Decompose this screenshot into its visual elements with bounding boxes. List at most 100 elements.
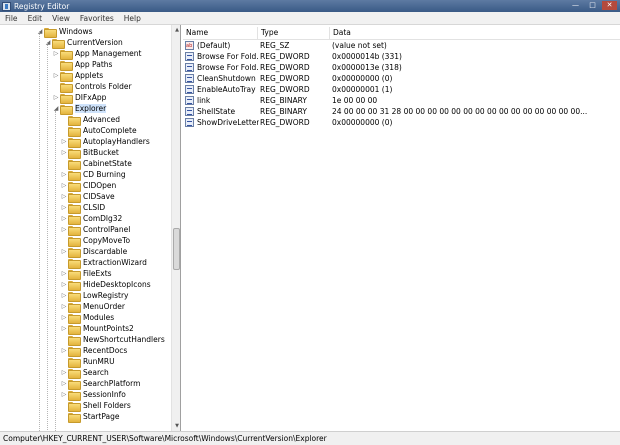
maximize-button[interactable]: □ (585, 1, 600, 10)
tree-item-label: MenuOrder (83, 302, 125, 311)
tree-item[interactable]: ▷ Modules (60, 312, 114, 324)
tree-item[interactable]: ▷ DIFxApp (52, 92, 106, 104)
tree-item[interactable]: ▷ MenuOrder (60, 301, 125, 313)
value-row[interactable]: link REG_BINARY 1e 00 00 00 (183, 95, 620, 106)
tree-item[interactable]: ▷ ControlPanel (60, 224, 130, 236)
column-name[interactable]: Name (183, 27, 258, 40)
tree-item[interactable]: Advanced (60, 114, 121, 126)
tree-item[interactable]: App Paths (52, 59, 112, 71)
value-row[interactable]: ShellState REG_BINARY 24 00 00 00 31 28 00… (183, 106, 620, 117)
key-tree-pane[interactable]: ◢ Windows ◢ CurrentVersion ▷ App Management Ap… (0, 25, 181, 431)
tree-item[interactable]: ▷ AutoplayHandlers (60, 136, 150, 148)
tree-item-label: Applets (75, 71, 104, 80)
menu-help[interactable]: Help (119, 14, 146, 23)
tree-item[interactable]: CopyMoveTo (60, 235, 130, 247)
expand-arrow-icon[interactable]: ▷ (60, 380, 68, 387)
minimize-button[interactable]: — (568, 1, 583, 10)
value-row[interactable]: EnableAutoTray REG_DWORD 0x00000001 (1) (183, 84, 620, 95)
tree-item-label: Explorer (75, 104, 107, 113)
tree-item[interactable]: ▷ App Management (52, 48, 142, 60)
tree-item-label: CLSID (83, 203, 106, 212)
tree-item[interactable]: Shell Folders (60, 400, 131, 412)
tree-item[interactable]: ▷ SearchPlatform (60, 378, 140, 390)
column-data[interactable]: Data (330, 27, 620, 40)
binary-value-icon (185, 74, 194, 83)
tree-item[interactable]: ▷ CLSID (60, 202, 106, 214)
status-bar-path: Computer\HKEY_CURRENT_USER\Software\Micr… (0, 431, 620, 445)
binary-value-icon (185, 52, 194, 61)
scroll-up-arrow-icon[interactable]: ▲ (172, 25, 180, 35)
tree-item[interactable]: ▷ FileExts (60, 268, 112, 280)
expand-arrow-icon[interactable]: ▷ (60, 138, 68, 145)
tree-item-label: RunMRU (83, 357, 115, 366)
tree-item[interactable]: ◢ CurrentVersion (44, 37, 123, 49)
tree-scrollbar[interactable]: ▲ ▼ (171, 25, 180, 431)
expand-arrow-icon[interactable]: ▷ (52, 72, 60, 79)
expand-arrow-icon[interactable]: ▷ (60, 149, 68, 156)
tree-item[interactable]: ▷ HideDesktopIcons (60, 279, 151, 291)
scroll-down-arrow-icon[interactable]: ▼ (172, 421, 180, 431)
expand-arrow-icon[interactable]: ▷ (60, 193, 68, 200)
tree-item[interactable]: ▷ BitBucket (60, 147, 119, 159)
expand-arrow-icon[interactable]: ▷ (60, 281, 68, 288)
tree-item[interactable]: ▷ Discardable (60, 246, 127, 258)
tree-item[interactable]: ◢ Explorer (52, 103, 107, 115)
expand-arrow-icon[interactable]: ▷ (60, 182, 68, 189)
tree-item-label: App Management (75, 49, 142, 58)
tree-item[interactable]: ◢ Windows (36, 26, 92, 38)
tree-item[interactable]: ▷ Search (60, 367, 109, 379)
expand-arrow-icon[interactable]: ▷ (52, 94, 60, 101)
scroll-thumb[interactable] (173, 228, 180, 270)
value-row[interactable]: CleanShutdown REG_DWORD 0x00000000 (0) (183, 73, 620, 84)
value-row[interactable]: ShowDriveLetter...REG_DWORD 0x00000000 (0… (183, 117, 620, 128)
expand-arrow-icon[interactable]: ▷ (60, 204, 68, 211)
tree-item[interactable]: ▷ RecentDocs (60, 345, 127, 357)
tree-item[interactable]: CabinetState (60, 158, 132, 170)
expand-arrow-icon[interactable]: ▷ (60, 215, 68, 222)
expand-arrow-icon[interactable]: ▷ (60, 292, 68, 299)
tree-item-label: Advanced (83, 115, 121, 124)
value-name-cell: link (185, 95, 259, 106)
expand-arrow-icon[interactable]: ▷ (60, 248, 68, 255)
expand-arrow-icon[interactable]: ▷ (60, 303, 68, 310)
close-button[interactable]: ✕ (602, 1, 617, 10)
expand-arrow-icon[interactable]: ▷ (60, 171, 68, 178)
tree-item[interactable]: NewShortcutHandlers (60, 334, 165, 346)
expand-arrow-icon[interactable]: ▷ (60, 314, 68, 321)
tree-item[interactable]: ExtractionWizard (60, 257, 147, 269)
folder-icon (60, 49, 73, 60)
value-row[interactable]: (Default) REG_SZ (value not set) (183, 40, 620, 51)
expand-arrow-icon[interactable]: ▷ (60, 391, 68, 398)
tree-item[interactable]: ▷ MountPoints2 (60, 323, 134, 335)
tree-item[interactable]: AutoComplete (60, 125, 137, 137)
tree-item[interactable]: ▷ ComDlg32 (60, 213, 122, 225)
tree-item[interactable]: ▷ SessionInfo (60, 389, 126, 401)
value-row[interactable]: Browse For Fold... REG_DWORD 0x0000014b (3… (183, 51, 620, 62)
menu-view[interactable]: View (47, 14, 75, 23)
expand-arrow-icon[interactable]: ▷ (60, 270, 68, 277)
column-type[interactable]: Type (258, 27, 330, 40)
menu-edit[interactable]: Edit (23, 14, 48, 23)
menu-file[interactable]: File (0, 14, 23, 23)
tree-item[interactable]: ▷ CIDSave (60, 191, 115, 203)
tree-item[interactable]: ▷ LowRegistry (60, 290, 128, 302)
tree-item[interactable]: StartPage (60, 411, 119, 423)
collapse-arrow-icon[interactable]: ◢ (36, 28, 44, 35)
expand-arrow-icon[interactable]: ▷ (52, 50, 60, 57)
tree-item[interactable]: ▷ CIDOpen (60, 180, 116, 192)
expand-arrow-icon[interactable]: ▷ (60, 347, 68, 354)
expand-arrow-icon[interactable]: ▷ (60, 325, 68, 332)
registry-icon (2, 1, 11, 11)
values-list-pane[interactable]: Name Type Data (Default) REG_SZ (value not… (183, 25, 620, 431)
tree-item[interactable]: RunMRU (60, 356, 115, 368)
collapse-arrow-icon[interactable]: ◢ (52, 105, 60, 112)
value-row[interactable]: Browse For Fold... REG_DWORD 0x0000013e (3… (183, 62, 620, 73)
expand-arrow-icon[interactable]: ▷ (60, 369, 68, 376)
collapse-arrow-icon[interactable]: ◢ (44, 39, 52, 46)
menu-favorites[interactable]: Favorites (75, 14, 119, 23)
tree-item[interactable]: Controls Folder (52, 81, 132, 93)
tree-item[interactable]: ▷ CD Burning (60, 169, 126, 181)
folder-icon (68, 115, 81, 126)
tree-item[interactable]: ▷ Applets (52, 70, 104, 82)
expand-arrow-icon[interactable]: ▷ (60, 226, 68, 233)
